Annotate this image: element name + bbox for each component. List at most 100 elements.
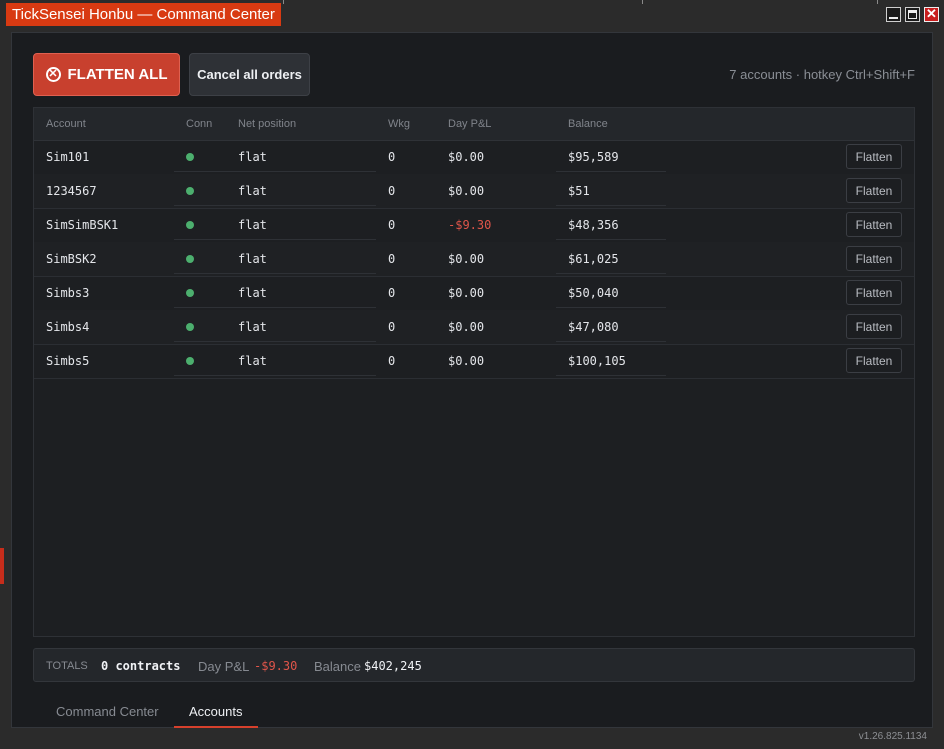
- totals-day-pnl-label: Day P&L: [198, 659, 250, 674]
- cancel-all-orders-button[interactable]: Cancel all orders: [189, 53, 310, 96]
- cell-account: Simbs5: [46, 354, 90, 368]
- flatten-all-label: FLATTEN ALL: [67, 66, 168, 83]
- table-row: SimSimBSK1 flat 0 -$9.30 $48,356 Flatten: [34, 208, 914, 243]
- active-tab-indicator: [174, 726, 258, 728]
- close-button[interactable]: ✕: [924, 7, 939, 22]
- cell-balance: $100,105: [568, 354, 626, 368]
- table-header: Account Conn Net position Wkg Day P&L Ba…: [34, 108, 914, 141]
- cell-day-pnl: $0.00: [448, 252, 485, 266]
- cell-day-pnl: $0.00: [448, 150, 485, 164]
- cell-divider: [174, 171, 226, 172]
- table-row: Simbs4 flat 0 $0.00 $47,080 Flatten: [34, 310, 914, 345]
- tab-command-center[interactable]: Command Center: [56, 704, 159, 719]
- cell-balance: $48,356: [568, 218, 619, 232]
- cell-divider: [556, 205, 666, 206]
- title-divider: [642, 0, 643, 4]
- flatten-account-button[interactable]: Flatten: [846, 314, 902, 339]
- cell-divider: [556, 341, 666, 342]
- version-label: v1.26.825.1134: [858, 731, 927, 742]
- cell-net-position: flat: [238, 354, 267, 368]
- title-divider: [283, 0, 284, 4]
- side-marker: [0, 548, 4, 584]
- cell-balance: $95,589: [568, 150, 619, 164]
- cell-day-pnl: $0.00: [448, 320, 485, 334]
- cell-divider: [556, 273, 666, 274]
- table-row: 1234567 flat 0 $0.00 $51 Flatten: [34, 174, 914, 209]
- accounts-hotkey-info: 7 accounts · hotkey Ctrl+Shift+F: [729, 67, 915, 82]
- column-header-day-pnl: Day P&L: [448, 118, 492, 130]
- cell-account: Simbs4: [46, 320, 90, 334]
- cell-net-position: flat: [238, 150, 267, 164]
- cell-wkg: 0: [388, 252, 396, 266]
- cell-wkg: 0: [388, 184, 396, 198]
- cell-day-pnl: -$9.30: [448, 218, 492, 232]
- table-row: Simbs3 flat 0 $0.00 $50,040 Flatten: [34, 276, 914, 311]
- totals-balance: $402,245: [364, 659, 422, 673]
- cell-account: Simbs3: [46, 286, 90, 300]
- totals-bar: TOTALS 0 contracts Day P&L -$9.30 Balanc…: [33, 648, 915, 682]
- flatten-account-button[interactable]: Flatten: [846, 212, 902, 237]
- cell-divider: [174, 273, 226, 274]
- cell-divider: [174, 375, 226, 376]
- column-header-net-position: Net position: [238, 118, 297, 130]
- cell-wkg: 0: [388, 320, 396, 334]
- maximize-button[interactable]: [905, 7, 920, 22]
- cell-account: 1234567: [46, 184, 97, 198]
- flatten-all-button[interactable]: ✕ FLATTEN ALL: [33, 53, 180, 96]
- flatten-account-button[interactable]: Flatten: [846, 280, 902, 305]
- cell-divider: [556, 307, 666, 308]
- column-header-account: Account: [46, 118, 86, 130]
- flatten-account-button[interactable]: Flatten: [846, 348, 902, 373]
- command-center-panel: ✕ FLATTEN ALL Cancel all orders 7 accoun…: [11, 32, 933, 728]
- totals-day-pnl: -$9.30: [254, 659, 298, 673]
- flatten-account-button[interactable]: Flatten: [846, 178, 902, 203]
- cell-divider: [556, 239, 666, 240]
- title-divider: [877, 0, 878, 4]
- cell-divider: [226, 273, 376, 274]
- table-row: SimBSK2 flat 0 $0.00 $61,025 Flatten: [34, 242, 914, 277]
- cell-day-pnl: $0.00: [448, 184, 485, 198]
- column-header-wkg: Wkg: [388, 118, 410, 130]
- x-circle-icon: ✕: [45, 67, 61, 82]
- cell-account: SimBSK2: [46, 252, 97, 266]
- totals-balance-label: Balance: [314, 659, 361, 674]
- cell-divider: [174, 307, 226, 308]
- connection-status-icon: [186, 153, 194, 161]
- connection-status-icon: [186, 255, 194, 263]
- connection-status-icon: [186, 187, 194, 195]
- totals-contracts: 0 contracts: [101, 659, 181, 673]
- table-row: Simbs5 flat 0 $0.00 $100,105 Flatten: [34, 344, 914, 379]
- cell-balance: $47,080: [568, 320, 619, 334]
- column-header-conn: Conn: [186, 118, 213, 130]
- connection-status-icon: [186, 221, 194, 229]
- tab-bar: Command Center Accounts: [33, 701, 433, 729]
- cell-wkg: 0: [388, 150, 396, 164]
- flatten-account-button[interactable]: Flatten: [846, 246, 902, 271]
- table-row: Sim101 flat 0 $0.00 $95,589 Flatten: [34, 140, 914, 175]
- cell-net-position: flat: [238, 320, 267, 334]
- cell-day-pnl: $0.00: [448, 354, 485, 368]
- column-header-balance: Balance: [568, 118, 608, 130]
- window-title: TickSensei Honbu — Command Center: [6, 3, 281, 26]
- cell-day-pnl: $0.00: [448, 286, 485, 300]
- cell-divider: [226, 205, 376, 206]
- cell-account: SimSimBSK1: [46, 218, 119, 232]
- minimize-button[interactable]: [886, 7, 901, 22]
- flatten-account-button[interactable]: Flatten: [846, 144, 902, 169]
- cell-balance: $51: [568, 184, 590, 198]
- cell-divider: [174, 205, 226, 206]
- cell-divider: [226, 307, 376, 308]
- connection-status-icon: [186, 357, 194, 365]
- cell-net-position: flat: [238, 286, 267, 300]
- cell-divider: [226, 341, 376, 342]
- totals-label: TOTALS: [46, 660, 88, 672]
- cell-wkg: 0: [388, 354, 396, 368]
- cell-account: Sim101: [46, 150, 90, 164]
- cell-wkg: 0: [388, 286, 396, 300]
- cell-divider: [556, 171, 666, 172]
- cell-net-position: flat: [238, 252, 267, 266]
- accounts-table: Account Conn Net position Wkg Day P&L Ba…: [33, 107, 915, 637]
- cell-balance: $61,025: [568, 252, 619, 266]
- connection-status-icon: [186, 289, 194, 297]
- tab-accounts[interactable]: Accounts: [189, 704, 242, 719]
